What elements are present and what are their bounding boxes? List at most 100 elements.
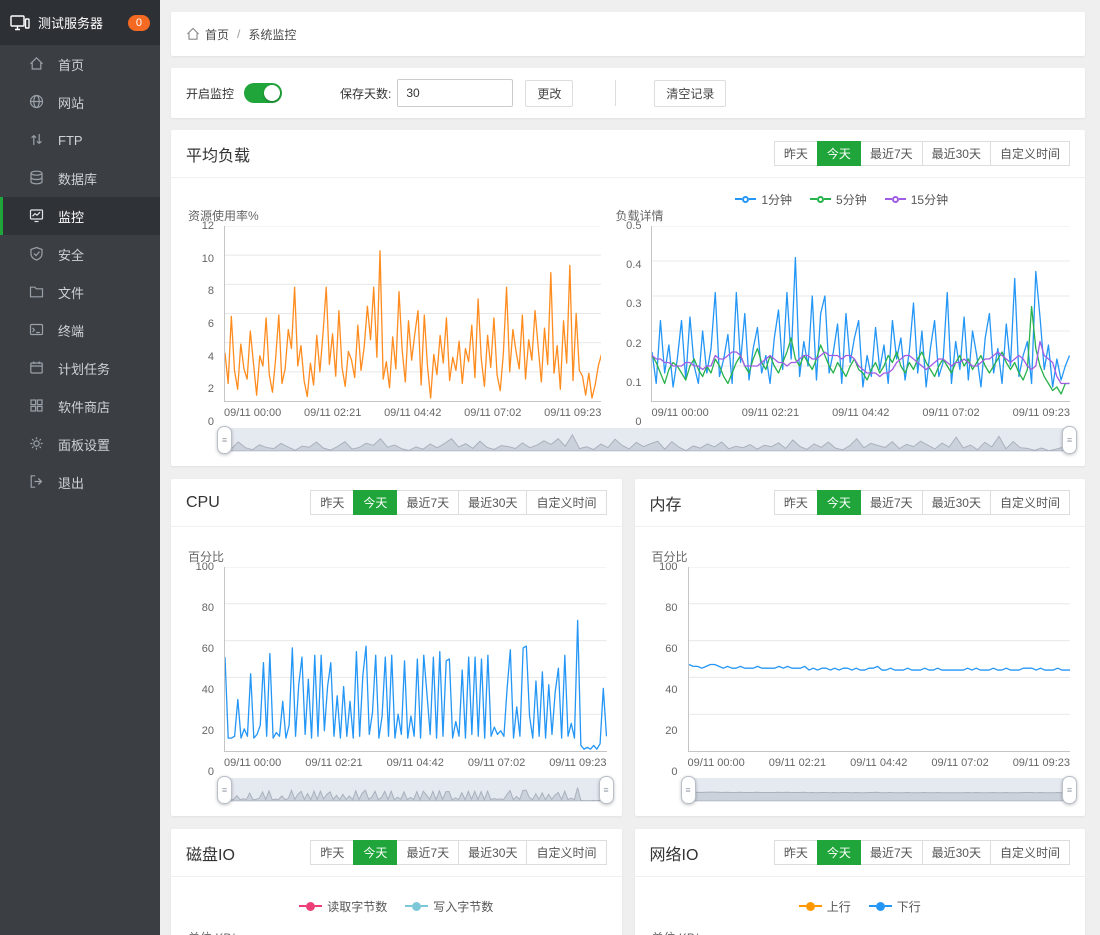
sidebar-item-label: 安全 xyxy=(58,245,84,264)
x-tick-label: 09/11 07:02 xyxy=(468,757,525,772)
time-tab-4[interactable]: 最近30天 xyxy=(922,490,991,515)
network-io-panel: 网络IO 昨天今天最近7天最近30天自定义时间 上行下行 单位:KB/s 1,4… xyxy=(635,829,1086,935)
legend-item[interactable]: 下行 xyxy=(869,898,921,915)
shield-icon xyxy=(29,246,45,262)
time-tab-3[interactable]: 最近7天 xyxy=(860,490,923,515)
y-tick-label: 100 xyxy=(659,561,677,573)
y-tick-label: 0.3 xyxy=(626,298,641,310)
time-tab-5[interactable]: 自定义时间 xyxy=(990,141,1070,166)
sidebar-item-7[interactable]: 文件 xyxy=(0,273,160,311)
sidebar-item-4[interactable]: 数据库 xyxy=(0,159,160,197)
memory-panel-title: 内存 xyxy=(650,491,682,515)
x-tick-label: 09/11 07:02 xyxy=(922,407,979,422)
time-tab-5[interactable]: 自定义时间 xyxy=(526,840,606,865)
time-tab-2[interactable]: 今天 xyxy=(817,840,861,865)
time-tab-1[interactable]: 昨天 xyxy=(774,840,818,865)
save-days-label: 保存天数: xyxy=(340,85,391,102)
time-tab-3[interactable]: 最近7天 xyxy=(396,840,459,865)
legend-item[interactable]: 1分钟 xyxy=(735,191,792,208)
datazoom-handle-left[interactable]: ≡ xyxy=(217,776,232,804)
sidebar-item-label: 面板设置 xyxy=(58,435,110,454)
sidebar-item-12[interactable]: 退出 xyxy=(0,463,160,501)
time-tab-1[interactable]: 昨天 xyxy=(774,141,818,166)
breadcrumb-home-link[interactable]: 首页 xyxy=(205,26,229,43)
sidebar: 测试服务器 0 首页网站 FTP 数据库监控安全文件终端计划任务软件商店面板设置退出 xyxy=(0,0,160,935)
server-header: 测试服务器 0 xyxy=(0,0,160,45)
time-tab-4[interactable]: 最近30天 xyxy=(922,141,991,166)
y-tick-label: 20 xyxy=(665,725,677,737)
transfer-icon xyxy=(29,132,45,148)
datazoom-handle-right[interactable]: ≡ xyxy=(1062,426,1077,454)
time-tab-1[interactable]: 昨天 xyxy=(310,840,354,865)
time-tab-3[interactable]: 最近7天 xyxy=(860,141,923,166)
x-tick-label: 09/11 00:00 xyxy=(688,757,745,772)
sidebar-nav: 首页网站 FTP 数据库监控安全文件终端计划任务软件商店面板设置退出 xyxy=(0,45,160,501)
grid-icon xyxy=(29,398,45,414)
save-days-input[interactable] xyxy=(397,79,513,107)
disk-io-legend: 读取字节数 写入字节数 xyxy=(186,897,607,915)
sidebar-item-5[interactable]: 监控 xyxy=(0,197,160,235)
y-tick-label: 100 xyxy=(196,561,214,573)
time-tab-1[interactable]: 昨天 xyxy=(774,490,818,515)
globe-icon xyxy=(29,94,45,110)
clear-records-button[interactable]: 清空记录 xyxy=(654,80,726,107)
time-tab-5[interactable]: 自定义时间 xyxy=(990,840,1070,865)
time-tab-4[interactable]: 最近30天 xyxy=(458,490,527,515)
datazoom-handle-left[interactable]: ≡ xyxy=(681,776,696,804)
disk-time-tabs: 昨天今天最近7天最近30天自定义时间 xyxy=(311,840,606,865)
datazoom-handle-left[interactable]: ≡ xyxy=(217,426,232,454)
sidebar-item-label: FTP xyxy=(58,133,83,148)
message-count-badge[interactable]: 0 xyxy=(128,15,150,31)
datazoom-handle-right[interactable]: ≡ xyxy=(1062,776,1077,804)
sidebar-item-1[interactable]: 首页 xyxy=(0,45,160,83)
y-tick-label: 12 xyxy=(202,220,214,232)
legend-item[interactable]: 5分钟 xyxy=(810,191,867,208)
time-tab-3[interactable]: 最近7天 xyxy=(860,840,923,865)
time-tab-2[interactable]: 今天 xyxy=(353,490,397,515)
load-legend: 1分钟 5分钟 15分钟 xyxy=(613,190,1070,208)
legend-item[interactable]: 上行 xyxy=(799,898,851,915)
toggle-knob xyxy=(264,85,280,101)
legend-item[interactable]: 15分钟 xyxy=(885,191,948,208)
datazoom-handle-right[interactable]: ≡ xyxy=(599,776,614,804)
load-datazoom-slider[interactable]: ≡≡ xyxy=(224,428,1070,452)
memory-time-tabs: 昨天今天最近7天最近30天自定义时间 xyxy=(775,490,1070,515)
load-panel-body: 资源使用率% 02468101209/11 00:0009/11 02:2109… xyxy=(171,178,1085,466)
app-root: 测试服务器 0 首页网站 FTP 数据库监控安全文件终端计划任务软件商店面板设置退出… xyxy=(0,0,1100,935)
time-tab-2[interactable]: 今天 xyxy=(817,141,861,166)
load-panel-header: 平均负载 昨天今天最近7天最近30天自定义时间 xyxy=(171,130,1085,178)
cpu-time-tabs: 昨天今天最近7天最近30天自定义时间 xyxy=(311,490,606,515)
time-tab-4[interactable]: 最近30天 xyxy=(922,840,991,865)
legend-item[interactable]: 写入字节数 xyxy=(405,898,493,915)
sidebar-item-2[interactable]: 网站 xyxy=(0,83,160,121)
time-tab-5[interactable]: 自定义时间 xyxy=(990,490,1070,515)
time-tab-1[interactable]: 昨天 xyxy=(310,490,354,515)
y-tick-label: 6 xyxy=(208,318,214,330)
load-time-tabs: 昨天今天最近7天最近30天自定义时间 xyxy=(775,141,1070,166)
y-tick-label: 0.1 xyxy=(626,377,641,389)
y-tick-label: 40 xyxy=(665,684,677,696)
sidebar-item-11[interactable]: 面板设置 xyxy=(0,425,160,463)
x-tick-label: 09/11 04:42 xyxy=(832,407,889,422)
sidebar-item-6[interactable]: 安全 xyxy=(0,235,160,273)
time-tab-3[interactable]: 最近7天 xyxy=(396,490,459,515)
load-panel: 平均负载 昨天今天最近7天最近30天自定义时间 资源使用率% 024681012… xyxy=(171,130,1085,466)
sidebar-item-label: 网站 xyxy=(58,93,84,112)
network-io-legend: 上行 下行 xyxy=(650,897,1071,915)
time-tab-5[interactable]: 自定义时间 xyxy=(526,490,606,515)
sidebar-item-3[interactable]: FTP xyxy=(0,121,160,159)
legend-item[interactable]: 读取字节数 xyxy=(299,898,387,915)
x-tick-label: 09/11 09:23 xyxy=(549,757,606,772)
time-tab-2[interactable]: 今天 xyxy=(353,840,397,865)
sidebar-item-label: 首页 xyxy=(58,55,84,74)
cpu-panel: CPU 昨天今天最近7天最近30天自定义时间 百分比 0204060801000… xyxy=(171,479,622,816)
memory-datazoom-slider[interactable]: ≡≡ xyxy=(688,778,1071,802)
monitor-toggle[interactable] xyxy=(244,83,282,103)
time-tab-2[interactable]: 今天 xyxy=(817,490,861,515)
change-button[interactable]: 更改 xyxy=(525,80,573,107)
sidebar-item-8[interactable]: 终端 xyxy=(0,311,160,349)
time-tab-4[interactable]: 最近30天 xyxy=(458,840,527,865)
sidebar-item-10[interactable]: 软件商店 xyxy=(0,387,160,425)
cpu-datazoom-slider[interactable]: ≡≡ xyxy=(224,778,607,802)
sidebar-item-9[interactable]: 计划任务 xyxy=(0,349,160,387)
